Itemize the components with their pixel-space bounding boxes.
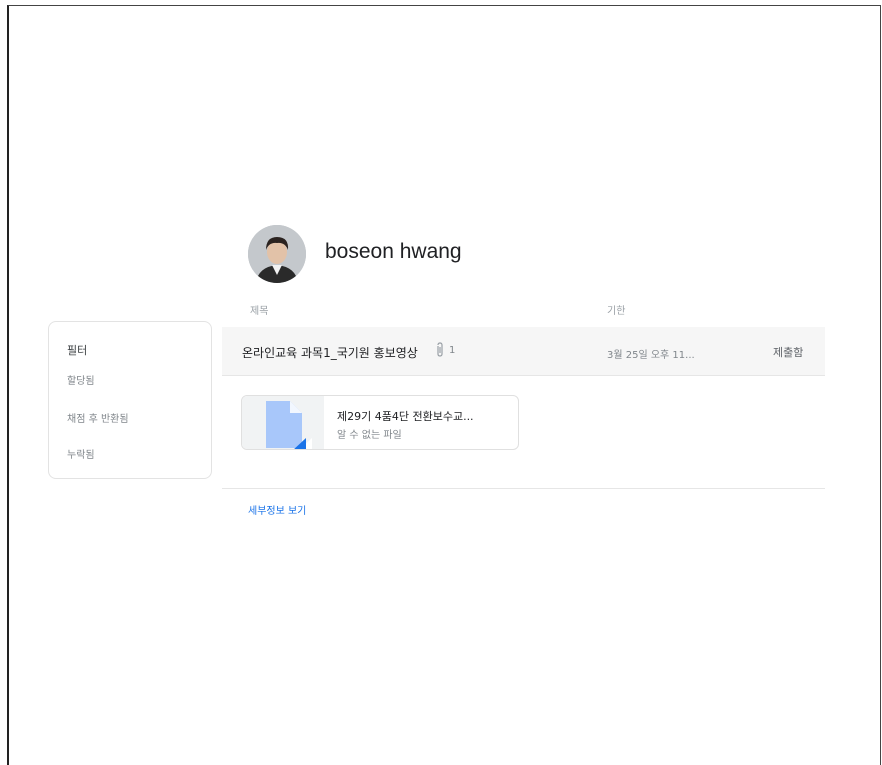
file-thumbnail [242, 396, 324, 449]
assignment-title: 온라인교육 과목1_국기원 홍보영상 [242, 346, 418, 360]
filter-item-missing[interactable]: 누락됨 [67, 446, 95, 461]
filter-item-assigned[interactable]: 할당됨 [67, 372, 95, 387]
assignment-row[interactable]: 온라인교육 과목1_국기원 홍보영상 1 3월 25일 오후 11... 제출함 [222, 327, 825, 376]
status-badge: 제출함 [773, 346, 804, 359]
assignment-due: 3월 25일 오후 11... [607, 350, 695, 361]
attachment-count: 1 [449, 345, 456, 356]
filter-panel: 필터 할당됨 채점 후 반환됨 누락됨 [48, 321, 212, 479]
divider [222, 488, 825, 489]
avatar [248, 225, 306, 283]
paperclip-icon [435, 342, 445, 358]
attachment-card[interactable]: 제29기 4품4단 전환보수교... 알 수 없는 파일 [241, 395, 519, 450]
column-header-title: 제목 [250, 306, 269, 317]
filter-title: 필터 [67, 344, 88, 357]
view-details-link[interactable]: 세부정보 보기 [248, 502, 306, 517]
file-name: 제29기 4품4단 전환보수교... [337, 410, 474, 423]
filter-item-returned[interactable]: 채점 후 반환됨 [67, 410, 129, 425]
column-header-due: 기한 [607, 306, 626, 317]
file-type: 알 수 없는 파일 [337, 430, 402, 441]
student-name: boseon hwang [325, 240, 462, 263]
document-icon [266, 401, 312, 449]
